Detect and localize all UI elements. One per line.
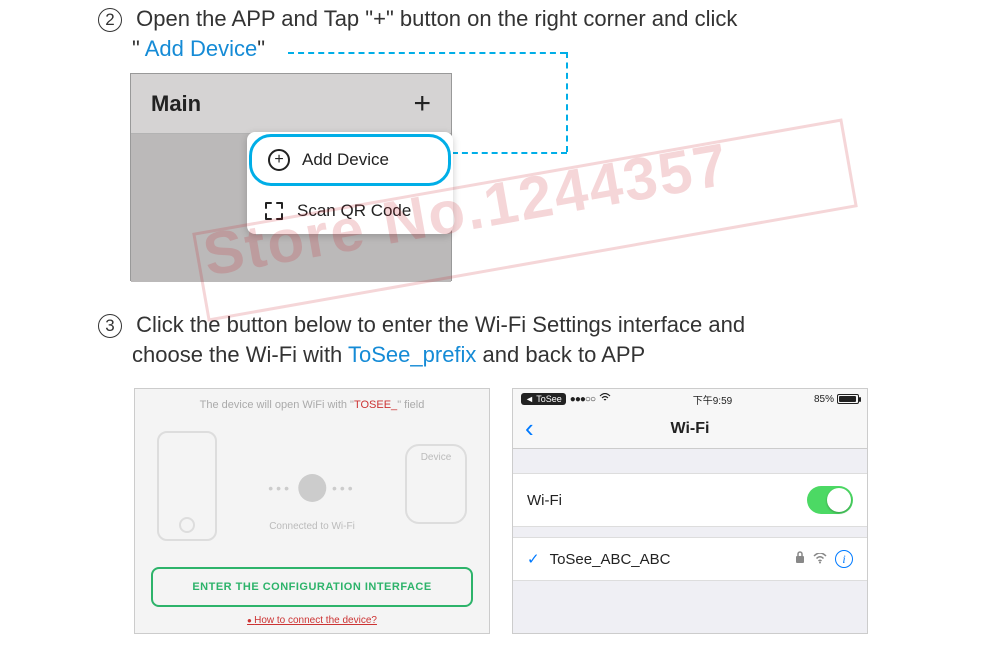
info-icon[interactable]: i bbox=[835, 550, 853, 568]
qr-icon bbox=[263, 200, 285, 222]
connection-graphic: ••• ••• bbox=[268, 474, 355, 502]
add-menu-dropdown: + Add Device Scan QR Code bbox=[247, 132, 453, 234]
config-caption: The device will open WiFi with "TOSEE_" … bbox=[149, 399, 475, 411]
check-icon: ✓ bbox=[527, 550, 540, 568]
help-link[interactable]: How to connect the device? bbox=[135, 615, 489, 626]
step3-line2-a: choose the Wi-Fi with bbox=[132, 342, 348, 367]
ios-nav-bar: ‹ Wi-Fi bbox=[513, 409, 867, 449]
screenshot-app-main: Main + + Add Device Scan QR Code bbox=[130, 73, 452, 281]
connector-h2 bbox=[452, 152, 567, 154]
config-caption-b: " field bbox=[397, 399, 424, 411]
add-device-label: Add Device bbox=[302, 150, 389, 170]
enter-configuration-button[interactable]: ENTER THE CONFIGURATION INTERFACE bbox=[151, 567, 473, 607]
step2-line2-a: " bbox=[132, 36, 145, 61]
nav-title: Wi-Fi bbox=[671, 420, 710, 438]
step3-line1: 3 Click the button below to enter the Wi… bbox=[98, 312, 745, 338]
step3-marker: 3 bbox=[98, 314, 122, 338]
device-label: Device bbox=[421, 452, 452, 463]
scan-qr-item[interactable]: Scan QR Code bbox=[247, 188, 453, 234]
wifi-network-row[interactable]: ✓ ToSee_ABC_ABC i bbox=[513, 537, 867, 581]
connector-v1 bbox=[566, 52, 568, 152]
wifi-status-icon bbox=[599, 393, 611, 405]
step2-line2-b: " bbox=[257, 36, 265, 61]
status-back-app[interactable]: ◄ ToSee bbox=[521, 393, 566, 405]
step2-text-b: " button on the right corner and click bbox=[386, 6, 737, 31]
app-body: + Add Device Scan QR Code bbox=[131, 134, 451, 282]
config-top: The device will open WiFi with "TOSEE_" … bbox=[135, 389, 489, 559]
step2-highlight: Add Device bbox=[145, 36, 258, 61]
center-node-icon bbox=[298, 474, 326, 502]
ios-status-bar: ◄ ToSee ●●●○○ 下午9:59 85% bbox=[513, 389, 867, 409]
step2-line1: 2 Open the APP and Tap "+" button on the… bbox=[98, 6, 737, 32]
battery-icon bbox=[837, 394, 859, 404]
step2-line2: " Add Device" bbox=[132, 36, 265, 62]
step3-line2-b: and back to APP bbox=[476, 342, 645, 367]
app-title: Main bbox=[151, 91, 201, 117]
step3-highlight: ToSee_prefix bbox=[348, 342, 476, 367]
status-time: 下午9:59 bbox=[611, 392, 814, 407]
wifi-strength-icon bbox=[813, 551, 827, 568]
dots-left-icon: ••• bbox=[268, 480, 292, 496]
step2-text-a: Open the APP and Tap " bbox=[136, 6, 373, 31]
add-device-item[interactable]: + Add Device bbox=[249, 134, 451, 186]
wifi-toggle-row: Wi-Fi bbox=[513, 473, 867, 527]
plus-icon[interactable]: + bbox=[413, 87, 431, 121]
wifi-toggle[interactable] bbox=[807, 486, 853, 514]
step3-text-a: Click the button below to enter the Wi-F… bbox=[136, 312, 745, 337]
signal-icon: ●●●○○ bbox=[570, 394, 595, 405]
screenshot-config: The device will open WiFi with "TOSEE_" … bbox=[134, 388, 490, 634]
network-icons: i bbox=[795, 550, 853, 568]
plus-circle-icon: + bbox=[268, 149, 290, 171]
scan-qr-label: Scan QR Code bbox=[297, 201, 411, 221]
device-icon: Device bbox=[405, 444, 467, 524]
dots-right-icon: ••• bbox=[332, 480, 356, 496]
step3-line2: choose the Wi-Fi with ToSee_prefix and b… bbox=[132, 342, 645, 368]
lock-icon bbox=[795, 551, 805, 568]
screenshot-wifi-settings: ◄ ToSee ●●●○○ 下午9:59 85% ‹ Wi-Fi Wi-Fi ✓… bbox=[512, 388, 868, 634]
status-back-label: ToSee bbox=[536, 394, 562, 404]
connected-label: Connected to Wi-Fi bbox=[269, 521, 355, 532]
step2-marker: 2 bbox=[98, 8, 122, 32]
wifi-network-label: ToSee_ABC_ABC bbox=[550, 551, 795, 568]
back-icon[interactable]: ‹ bbox=[513, 413, 546, 444]
config-caption-red: TOSEE_ bbox=[354, 399, 397, 411]
wifi-row-label: Wi-Fi bbox=[527, 492, 807, 509]
phone-icon bbox=[157, 431, 217, 541]
connector-h1 bbox=[288, 52, 566, 54]
config-caption-a: The device will open WiFi with " bbox=[200, 399, 354, 411]
battery-percent: 85% bbox=[814, 394, 834, 405]
step2-plus: + bbox=[373, 6, 386, 31]
app-header: Main + bbox=[131, 74, 451, 134]
